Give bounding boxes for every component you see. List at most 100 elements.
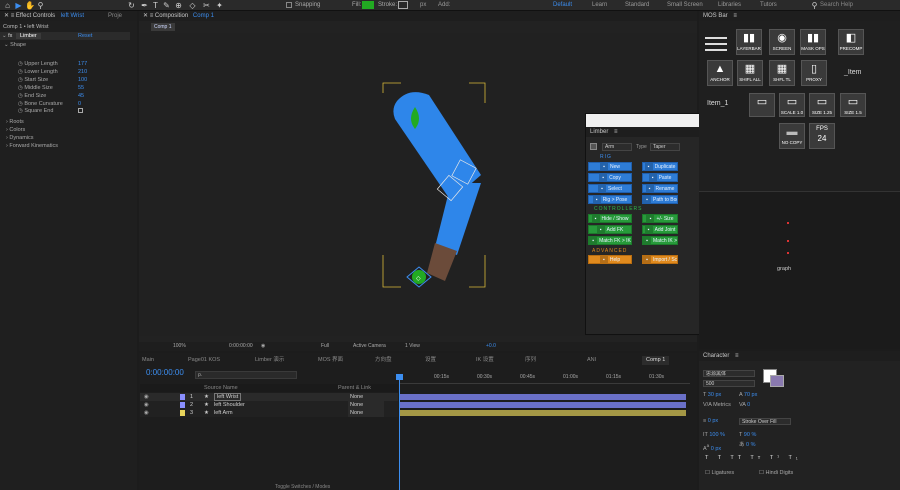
workspace-small-screen[interactable]: Small Screen [667, 2, 703, 8]
controller-hide-show-button[interactable]: ▪ Hide / Show [588, 214, 632, 223]
controller-add-joint-button[interactable]: ▪ Add Joint [642, 225, 678, 234]
property-row[interactable]: ◷ Lower Length 210 [18, 68, 87, 76]
exposure-value[interactable]: +0.0 [486, 342, 496, 351]
font-family-select[interactable]: 思源黑体 [703, 370, 755, 377]
layer-name[interactable]: left Wrist [214, 393, 242, 401]
workspace-libraries[interactable]: Libraries [718, 2, 741, 8]
layer-duration-bar[interactable] [400, 402, 686, 408]
parent-select[interactable]: None [348, 409, 384, 417]
project-tab[interactable]: Proje [108, 11, 122, 21]
effect-section[interactable]: › Dynamics [6, 134, 34, 142]
timeline-tab[interactable]: ANI [587, 356, 596, 365]
layer-duration-bar[interactable] [400, 394, 686, 400]
advanced-import-script-button[interactable]: ▪Import / Script [642, 255, 678, 264]
views-select[interactable]: 1 View [405, 342, 420, 351]
tile-screen[interactable]: ◉ SCREEN [769, 29, 795, 55]
playhead-handle[interactable] [396, 374, 403, 380]
eye-icon[interactable]: ◉ [144, 409, 149, 417]
timeline-tab[interactable]: Comp 1 [642, 356, 670, 365]
search-help-input[interactable]: Search Help [820, 2, 853, 8]
close-icon[interactable]: ✕ ≡ [4, 13, 16, 19]
effect-controls-tab[interactable]: Effect Controls [16, 13, 55, 19]
effect-section[interactable]: › Colors [6, 126, 25, 134]
reset-link[interactable]: Reset [78, 32, 92, 40]
limber-title[interactable]: Limber [590, 129, 608, 135]
comp-tab-chip[interactable]: Comp 1 [151, 23, 175, 31]
zoom-select[interactable]: 100% [173, 342, 186, 351]
tile-layerbar[interactable]: ▮▮ LAYERBAR [736, 29, 762, 55]
controller-size-button[interactable]: ▪ +/- Size [642, 214, 678, 223]
layer-name[interactable]: left Arm [214, 409, 233, 417]
selection-tool-icon[interactable]: ▶ [14, 1, 23, 10]
tile-proxy[interactable]: ▯ PROXY [801, 60, 827, 86]
character-title[interactable]: Character [703, 353, 729, 359]
rig-path-to-bone-button[interactable]: ▪Path to Bone [642, 195, 678, 204]
layer-row[interactable]: ◉ 1 ★ left Wrist None [140, 393, 398, 401]
layer-row[interactable]: ◉ 3 ★ left Arm None [140, 409, 398, 417]
item-one-label[interactable]: Item_1 [707, 100, 728, 107]
tile-fps[interactable]: FPS 24 [809, 123, 835, 149]
timeline-tab[interactable]: 设置 [425, 356, 436, 365]
home-icon[interactable]: ⌂ [3, 1, 12, 10]
workspace-tutors[interactable]: Tutors [760, 2, 777, 8]
resolution-select[interactable]: Full [321, 342, 329, 351]
puppet-tool-icon[interactable]: ✦ [215, 1, 224, 10]
rotate-tool-icon[interactable]: ↻ [127, 1, 136, 10]
fx-badge[interactable]: fx [8, 33, 12, 39]
workspace-learn[interactable]: Learn [592, 2, 607, 8]
tile-size-1-25[interactable]: ▭ SIZE 1.25 [809, 93, 835, 117]
limber-side-select[interactable]: Arm [602, 143, 632, 151]
tile-shifl-all[interactable]: ▦ SHIFL ALL [737, 60, 763, 86]
timecode-display[interactable]: 0:00:00:00 [229, 342, 253, 351]
tile-anchor[interactable]: ▲ ANCHOR [707, 60, 733, 86]
parent-select[interactable]: None [348, 393, 384, 401]
property-value[interactable]: 0 [78, 100, 81, 108]
rig-select-button[interactable]: ▪ Select [588, 184, 632, 193]
hand-tool-icon[interactable]: ✋ [25, 1, 35, 10]
hamburger-menu-icon[interactable] [705, 37, 727, 51]
property-value[interactable]: 55 [78, 84, 84, 92]
property-value[interactable]: 45 [78, 92, 84, 100]
pen-tool-icon[interactable]: ✒ [140, 1, 149, 10]
brush-tool-icon[interactable]: ✎ [162, 1, 171, 10]
character-menu-icon[interactable]: ≡ [735, 353, 739, 359]
timeline-search-input[interactable]: ρ. [195, 371, 297, 379]
tile-no-copy[interactable]: ▬ NO COPY [779, 123, 805, 149]
layer-row[interactable]: ◉ 2 ★ left Shoulder None [140, 401, 398, 409]
limber-side-swatch[interactable] [590, 143, 597, 150]
clone-tool-icon[interactable]: ⊕ [174, 1, 183, 10]
timeline-tab[interactable]: 序列 [525, 356, 536, 365]
timeline-tab[interactable]: IK 设置 [476, 356, 494, 365]
effect-section[interactable]: › Forward Kinematics [6, 142, 58, 150]
property-checkbox[interactable] [78, 108, 83, 114]
property-row[interactable]: ◷ Bone Curvature 0 [18, 100, 81, 108]
property-value[interactable]: 177 [78, 60, 87, 68]
parent-select[interactable]: None [348, 401, 384, 409]
timeline-timecode[interactable]: 0:00:00:00 [146, 368, 184, 377]
fill-stroke-swatch[interactable] [763, 369, 785, 387]
tile-size-1-5[interactable]: ▭ SIZE 1.5 [840, 93, 866, 117]
workspace-default[interactable]: Default [553, 2, 572, 8]
limber-type-select[interactable]: Taper [650, 143, 680, 151]
layer-duration-bar[interactable] [400, 410, 686, 416]
section-shape[interactable]: ⌄ Shape [4, 41, 26, 49]
rig-copy-button[interactable]: ▪ Copy [588, 173, 632, 182]
rig-rig-pose-button[interactable]: ▪ Rig > Pose [588, 195, 632, 204]
controller-match-ik-fk-button[interactable]: ▪Match IK > FK [642, 236, 678, 245]
tile-scale-1-0[interactable]: ▭ SCALE 1.0 [779, 93, 805, 117]
mos-bar-title[interactable]: MOS Bar [703, 13, 728, 19]
rig-paste-button[interactable]: ▪ Paste [642, 173, 678, 182]
col-parent-link[interactable]: Parent & Link [338, 384, 371, 392]
layer-name[interactable]: left Shoulder [214, 401, 245, 409]
tile-precomp[interactable]: ◧ PRECOMP [838, 29, 864, 55]
property-row[interactable]: ◷ End Size 45 [18, 92, 84, 100]
timeline-footer[interactable]: Toggle Switches / Modes [275, 484, 330, 490]
timeline-tab[interactable]: Limber 演示 [255, 356, 284, 365]
rig-rename-button[interactable]: ▪ Rename [642, 184, 678, 193]
limber-menu-icon[interactable]: ≡ [614, 129, 618, 135]
eye-icon[interactable]: ◉ [144, 393, 149, 401]
camera-select[interactable]: Active Camera [353, 342, 386, 351]
timeline-tab[interactable]: 方向盘 [375, 356, 392, 365]
zoom-tool-icon[interactable]: ⚲ [36, 1, 45, 10]
property-row[interactable]: ◷ Upper Length 177 [18, 60, 87, 68]
